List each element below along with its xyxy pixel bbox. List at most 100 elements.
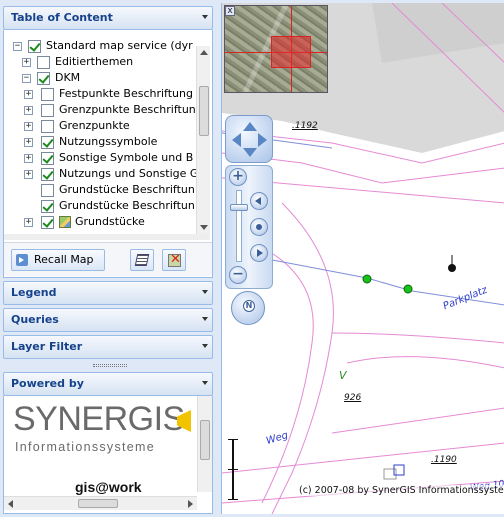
collapse-toggle[interactable]: −: [22, 74, 31, 83]
tree-row-grundstuecke-beschriftung-2[interactable]: Grundstücke Beschriftun: [4, 198, 196, 214]
recall-map-button[interactable]: Recall Map: [11, 249, 105, 271]
zoom-in-button[interactable]: +: [229, 168, 247, 186]
expand-toggle[interactable]: +: [24, 106, 33, 115]
tree-horizontal-scrollbar[interactable]: [4, 234, 210, 240]
overview-map[interactable]: x: [224, 5, 328, 93]
layer-checkbox[interactable]: [41, 136, 54, 149]
expand-toggle[interactable]: +: [24, 218, 33, 227]
expand-toggle[interactable]: +: [24, 90, 33, 99]
north-button[interactable]: N: [231, 291, 265, 325]
layer-label: Grenzpunkte: [59, 119, 130, 132]
layer-label: Sonstige Symbole und B: [59, 151, 194, 164]
layer-checkbox[interactable]: [41, 152, 54, 165]
queries-title: Queries: [11, 313, 59, 326]
clear-layers-button[interactable]: [162, 249, 186, 271]
layer-label: Grenzpunkte Beschriftun: [59, 103, 196, 116]
parcel-number-label: .1190: [431, 455, 457, 465]
pan-right-icon[interactable]: [258, 133, 267, 147]
tree-row-grundstuecke[interactable]: + Grundstücke: [4, 214, 196, 230]
pan-control: [225, 115, 273, 163]
expand-icon[interactable]: [202, 290, 208, 294]
scroll-down-icon[interactable]: [200, 225, 208, 230]
expand-toggle[interactable]: +: [24, 154, 33, 163]
previous-extent-button[interactable]: [250, 192, 268, 210]
layer-checkbox[interactable]: [41, 216, 54, 229]
tree-row-festpunkte[interactable]: + Festpunkte Beschriftung: [4, 86, 196, 102]
pan-left-icon[interactable]: [232, 133, 241, 147]
powered-vertical-scrollbar[interactable]: [197, 396, 212, 492]
tree-row-sonstige-symbole[interactable]: + Sonstige Symbole und B: [4, 150, 196, 166]
map-view[interactable]: x + − N .1192 926 .1190 V Parkplatz Weg …: [221, 3, 504, 514]
legend-header[interactable]: Legend: [3, 281, 213, 305]
layer-label: Standard map service (dyr: [46, 39, 193, 52]
scroll-left-icon[interactable]: [8, 500, 13, 508]
scroll-thumb[interactable]: [199, 86, 209, 136]
parcel-number-label: 926: [344, 393, 362, 403]
tree-row-dkm[interactable]: − DKM: [4, 70, 196, 86]
expand-toggle[interactable]: +: [24, 138, 33, 147]
layer-symbol-icon: [59, 216, 71, 228]
tree-row-grundstuecke-beschriftung-1[interactable]: Grundstücke Beschriftun: [4, 182, 196, 198]
show-layers-button[interactable]: [130, 249, 154, 271]
toc-header[interactable]: Table of Content: [3, 6, 213, 30]
survey-point[interactable]: [403, 284, 413, 294]
tree-row-standard-map-service[interactable]: − Standard map service (dyr: [4, 38, 196, 54]
scroll-thumb[interactable]: [78, 499, 118, 508]
tree-row-grenzpunkte-beschriftung[interactable]: + Grenzpunkte Beschriftun: [4, 102, 196, 118]
land-use-label: V: [339, 369, 347, 382]
scroll-thumb[interactable]: [200, 420, 210, 460]
collapse-icon[interactable]: [202, 15, 208, 19]
powered-by-body: SYNERGIS Informationssysteme gis@work: [3, 396, 213, 514]
layer-checkbox[interactable]: [37, 56, 50, 69]
survey-point[interactable]: [362, 274, 372, 284]
layer-checkbox[interactable]: [41, 120, 54, 133]
expand-toggle[interactable]: +: [22, 58, 31, 67]
scale-tick: [228, 499, 238, 500]
layer-checkbox[interactable]: [41, 88, 54, 101]
layer-checkbox[interactable]: [37, 72, 50, 85]
layer-checkbox[interactable]: [41, 168, 54, 181]
marker-point[interactable]: [448, 264, 456, 272]
powered-horizontal-scrollbar[interactable]: [4, 496, 197, 510]
app-window: Table of Content − Standard map service …: [0, 0, 504, 517]
tree-vertical-scrollbar[interactable]: [196, 46, 210, 234]
layer-label: Grundstücke Beschriftun: [59, 199, 195, 212]
queries-header[interactable]: Queries: [3, 308, 213, 332]
next-extent-button[interactable]: [250, 244, 268, 262]
expand-toggle[interactable]: +: [24, 170, 33, 179]
close-icon[interactable]: x: [225, 6, 235, 16]
scroll-up-icon[interactable]: [200, 50, 208, 55]
layer-filter-header[interactable]: Layer Filter: [3, 335, 213, 359]
expand-toggle[interactable]: +: [24, 122, 33, 131]
toc-body: − Standard map service (dyr + Editierthe…: [3, 30, 213, 278]
layer-checkbox[interactable]: [41, 200, 54, 213]
expand-icon[interactable]: [202, 317, 208, 321]
layer-checkbox[interactable]: [28, 40, 41, 53]
tree-row-editierthemen[interactable]: + Editierthemen: [4, 54, 196, 70]
layer-label: Editierthemen: [55, 55, 134, 68]
tree-row-grenzpunkte[interactable]: + Grenzpunkte: [4, 118, 196, 134]
full-extent-button[interactable]: [250, 218, 268, 236]
scroll-right-icon[interactable]: [188, 500, 193, 508]
layer-label: Nutzungssymbole: [59, 135, 158, 148]
zoom-slider[interactable]: [236, 190, 242, 262]
overview-extent-box[interactable]: [271, 36, 311, 68]
layer-checkbox[interactable]: [41, 184, 54, 197]
logo-subtitle: Informationssysteme: [15, 440, 156, 454]
collapse-icon[interactable]: [202, 381, 208, 385]
tree-row-nutzungssymbole[interactable]: + Nutzungssymbole: [4, 134, 196, 150]
zoom-out-button[interactable]: −: [229, 266, 247, 284]
tree-row-nutzungs-und-sonstige[interactable]: + Nutzungs und Sonstige G: [4, 166, 196, 182]
copyright-notice: (c) 2007-08 by SynerGIS Informationssyst…: [299, 485, 504, 496]
panel-splitter[interactable]: [93, 364, 127, 367]
left-panel: Table of Content − Standard map service …: [3, 3, 215, 514]
zoom-slider-handle[interactable]: [230, 204, 248, 211]
pan-up-icon[interactable]: [243, 122, 257, 131]
navigation-control: + − N: [225, 115, 273, 325]
collapse-toggle[interactable]: −: [13, 42, 22, 51]
expand-icon[interactable]: [202, 344, 208, 348]
layer-checkbox[interactable]: [41, 104, 54, 117]
pan-down-icon[interactable]: [243, 148, 257, 157]
powered-by-header[interactable]: Powered by: [3, 372, 213, 396]
north-icon: N: [243, 300, 255, 312]
